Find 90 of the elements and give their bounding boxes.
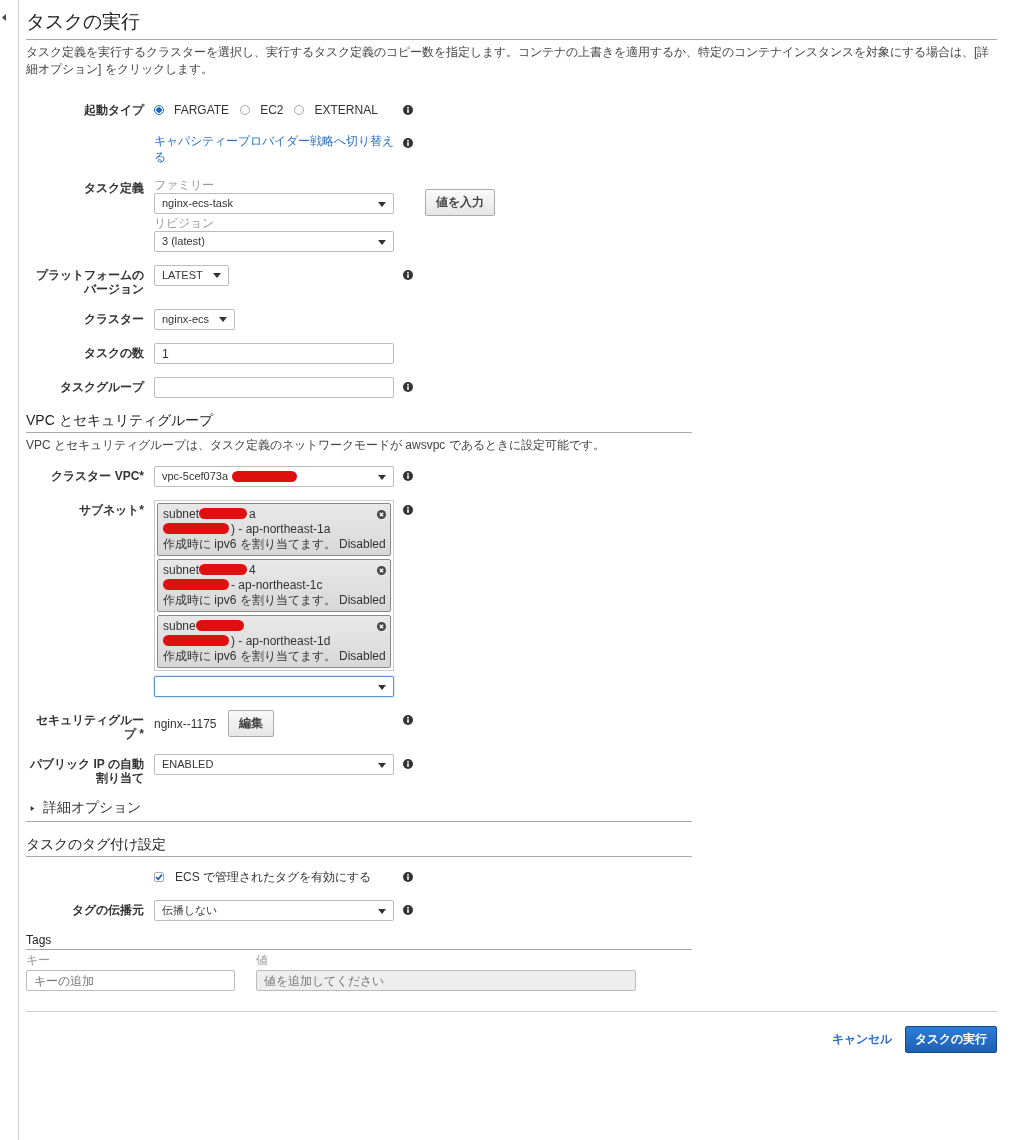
redaction-mark	[163, 523, 229, 534]
info-icon[interactable]	[403, 505, 413, 515]
capacity-provider-link[interactable]: キャパシティープロバイダー戦略へ切り替える	[154, 133, 394, 165]
subnet-zone: - ap-northeast-1c	[231, 577, 323, 592]
subnet-id: 4	[249, 562, 256, 577]
info-icon[interactable]	[403, 471, 413, 481]
subnet-zone: ) - ap-northeast-1a	[231, 521, 331, 536]
radio-button[interactable]	[240, 105, 251, 115]
field-label: タグの伝播元	[71, 902, 144, 917]
radio-label: FARGATE	[174, 103, 230, 117]
caret-icon	[378, 202, 386, 207]
redaction-mark	[163, 635, 229, 646]
dropdown[interactable]: nginx-ecs	[154, 309, 236, 330]
section-heading: VPC とセキュリティグループ	[26, 412, 692, 433]
section-description: VPC とセキュリティグループは、タスク定義のネットワークモードが awsvpc であるときに設定可能です。	[26, 437, 606, 454]
value-input[interactable]: 値を追加してください	[256, 970, 636, 991]
close-icon[interactable]	[377, 510, 386, 519]
column-label: 値	[256, 953, 269, 968]
subnet-chip[interactable]: subnet 4 - ap-northeast-1c 作成時に ipv6 を割り当てます。 Disabled	[157, 559, 391, 612]
input-field[interactable]	[154, 377, 394, 398]
redaction-mark	[195, 620, 244, 631]
enter-value-button[interactable]: 値を入力	[425, 189, 495, 216]
subnet-chip[interactable]: subne ) - ap-northeast-1d 作成時に ipv6 を割り当てます。 Disabled	[157, 615, 391, 668]
dropdown[interactable]: ENABLED	[154, 754, 394, 775]
key-input[interactable]: キーの追加	[26, 970, 235, 991]
input-field[interactable]: 1	[154, 343, 394, 364]
field-label: クラスター	[83, 311, 144, 326]
subnet-id: subnet	[163, 506, 200, 521]
field-label: サブネット*	[78, 502, 144, 517]
field-label: タスクの数	[83, 345, 144, 360]
subnet-id: subne	[163, 618, 196, 633]
subnet-ipv6: 作成時に ipv6 を割り当てます。 Disabled	[163, 648, 386, 665]
info-icon[interactable]	[403, 138, 413, 148]
caret-icon	[378, 685, 386, 690]
info-icon[interactable]	[403, 382, 413, 392]
field-label: 起動タイプ	[83, 102, 144, 117]
info-icon[interactable]	[403, 759, 413, 769]
field-hint: リビジョン	[154, 216, 214, 231]
info-icon[interactable]	[403, 105, 413, 115]
info-icon[interactable]	[403, 715, 413, 725]
redaction-mark	[199, 564, 248, 575]
checkbox[interactable]	[154, 872, 164, 882]
column-label: キー	[26, 953, 51, 968]
subnet-id: a	[249, 506, 256, 521]
collapse-icon[interactable]	[2, 14, 7, 21]
subnet-zone: ) - ap-northeast-1d	[231, 633, 331, 648]
info-icon[interactable]	[403, 905, 413, 915]
field-hint: ファミリー	[154, 178, 214, 193]
redaction-mark	[163, 579, 229, 590]
caret-icon	[378, 475, 386, 480]
subnet-chip[interactable]: subnet a ) - ap-northeast-1a 作成時に ipv6 を割り当てます。 Disabled	[157, 503, 391, 556]
radio-label: EC2	[260, 103, 284, 117]
family-dropdown[interactable]: nginx-ecs-task	[154, 193, 394, 214]
radio-button[interactable]	[294, 105, 305, 115]
page-title: タスクの実行	[26, 9, 997, 40]
field-label: タスクグループ	[59, 379, 144, 394]
field-label: セキュリティグループ *	[35, 712, 144, 741]
field-label: クラスター VPC*	[50, 468, 144, 483]
redaction-mark	[199, 508, 248, 519]
checkbox-label: ECS で管理されたタグを有効にする	[175, 868, 371, 886]
info-icon[interactable]	[403, 270, 413, 280]
security-group-name: nginx--1175	[154, 716, 217, 731]
radio-button[interactable]	[154, 105, 164, 115]
field-label: タスク定義	[83, 180, 144, 195]
dropdown[interactable]: 伝播しない	[154, 900, 394, 921]
caret-icon	[212, 273, 221, 278]
page-description: タスク定義を実行するクラスターを選択し、実行するタスク定義のコピー数を指定します。コンテナの上書きを適用するか、特定のコンテナインスタンスを対象にする場合は、[詳細オプション] をクリックします。	[26, 44, 991, 78]
close-icon[interactable]	[377, 622, 386, 631]
cancel-link[interactable]: キャンセル	[832, 1031, 892, 1048]
info-icon[interactable]	[403, 872, 413, 882]
subnet-ipv6: 作成時に ipv6 を割り当てます。 Disabled	[163, 536, 386, 553]
section-heading: Tags	[26, 933, 692, 950]
dropdown[interactable]: LATEST	[154, 265, 229, 286]
dropdown[interactable]: vpc-5cef073a	[154, 466, 394, 487]
revision-dropdown[interactable]: 3 (latest)	[154, 231, 394, 252]
caret-icon	[378, 240, 386, 245]
radio-label: EXTERNAL	[314, 103, 378, 117]
run-task-button[interactable]: タスクの実行	[905, 1026, 997, 1053]
edit-button[interactable]: 編集	[228, 710, 275, 737]
subnet-ipv6: 作成時に ipv6 を割り当てます。 Disabled	[163, 592, 386, 609]
caret-icon	[219, 317, 228, 322]
subnet-id: subnet	[163, 562, 200, 577]
field-label: プラットフォームのバージョン	[35, 267, 144, 296]
advanced-options-toggle[interactable]: 詳細オプション	[26, 799, 692, 822]
close-icon[interactable]	[377, 566, 386, 575]
caret-icon	[378, 909, 386, 914]
section-heading: タスクのタグ付け設定	[26, 836, 692, 857]
caret-icon	[378, 763, 386, 768]
field-label: パブリック IP の自動割り当て	[29, 756, 144, 785]
dropdown[interactable]	[154, 676, 394, 697]
